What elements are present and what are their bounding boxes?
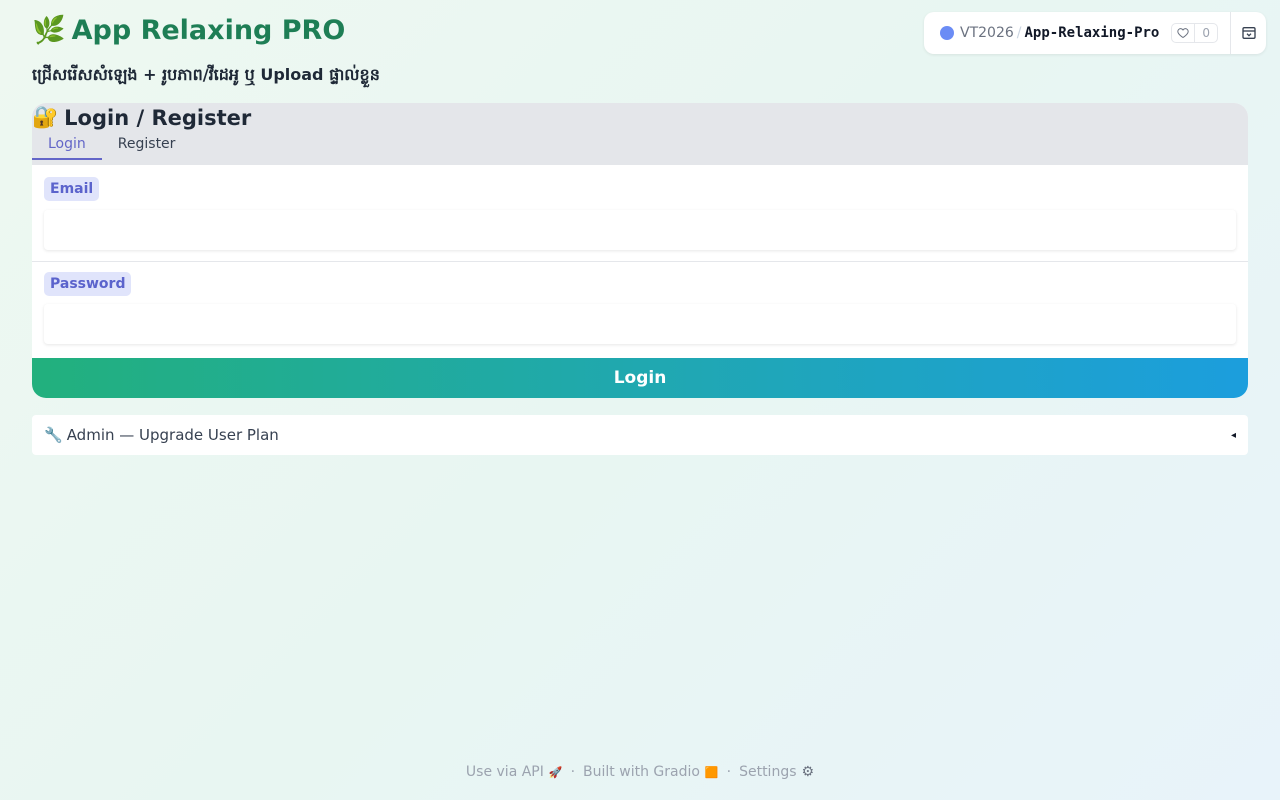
app-title-text: App Relaxing PRO xyxy=(71,14,346,46)
login-button[interactable]: Login xyxy=(32,358,1248,398)
admin-accordion-label: Admin — Upgrade User Plan xyxy=(66,426,279,444)
use-via-api-link[interactable]: Use via API 🚀 xyxy=(466,764,563,780)
space-badge: VT2026 / App-Relaxing-Pro 0 xyxy=(924,12,1266,54)
email-field-block: Email xyxy=(32,165,1248,262)
leaf-icon: 🌿 xyxy=(32,15,66,46)
card-header: 🔐 Login / Register Login Register xyxy=(32,103,1248,165)
tab-register[interactable]: Register xyxy=(102,134,192,160)
wrench-icon: 🔧 xyxy=(44,426,63,444)
email-input[interactable] xyxy=(44,210,1236,250)
footer-separator: · xyxy=(570,764,576,780)
gear-icon: ⚙ xyxy=(801,764,815,780)
settings-link[interactable]: Settings ⚙ xyxy=(739,764,814,780)
lock-icon: 🔐 xyxy=(32,105,59,129)
use-via-api-label: Use via API xyxy=(465,764,544,780)
collapse-icon xyxy=(1241,27,1256,39)
caret-left-icon: ◂ xyxy=(1230,429,1236,441)
auth-tabs: Login Register xyxy=(32,134,191,160)
space-separator: / xyxy=(1016,25,1022,41)
footer: Use via API 🚀 · Built with Gradio 🟧 · Se… xyxy=(0,764,1280,780)
space-name[interactable]: App-Relaxing-Pro xyxy=(1025,25,1160,41)
heart-icon xyxy=(1172,24,1196,42)
tab-login[interactable]: Login xyxy=(32,134,102,160)
footer-separator: · xyxy=(726,764,732,780)
card-title-text: Login / Register xyxy=(64,105,252,130)
settings-label: Settings xyxy=(739,764,797,780)
space-owner[interactable]: VT2026 xyxy=(960,25,1014,41)
built-with-gradio-label: Built with Gradio xyxy=(583,764,700,780)
admin-accordion[interactable]: 🔧 Admin — Upgrade User Plan ◂ xyxy=(32,415,1248,455)
login-register-card: 🔐 Login / Register Login Register Email … xyxy=(32,103,1248,398)
app-title: 🌿 App Relaxing PRO xyxy=(32,14,346,47)
collapse-header-button[interactable] xyxy=(1230,12,1266,54)
password-label: Password xyxy=(44,272,132,296)
password-input[interactable] xyxy=(44,304,1236,344)
like-count: 0 xyxy=(1202,26,1210,40)
space-avatar-icon xyxy=(940,26,955,40)
built-with-gradio-link[interactable]: Built with Gradio 🟧 xyxy=(583,764,719,780)
card-title: 🔐 Login / Register xyxy=(32,105,251,130)
email-label: Email xyxy=(44,177,100,201)
password-field-block: Password xyxy=(32,262,1248,358)
app-subtitle: ជ្រើសរើសសំឡេង + រូបភាព/វីដេអូ ឬ Upload ផ… xyxy=(32,65,380,84)
gradio-logo-icon: 🟧 xyxy=(704,765,719,779)
rocket-icon: 🚀 xyxy=(548,765,563,779)
like-button[interactable]: 0 xyxy=(1171,23,1218,43)
